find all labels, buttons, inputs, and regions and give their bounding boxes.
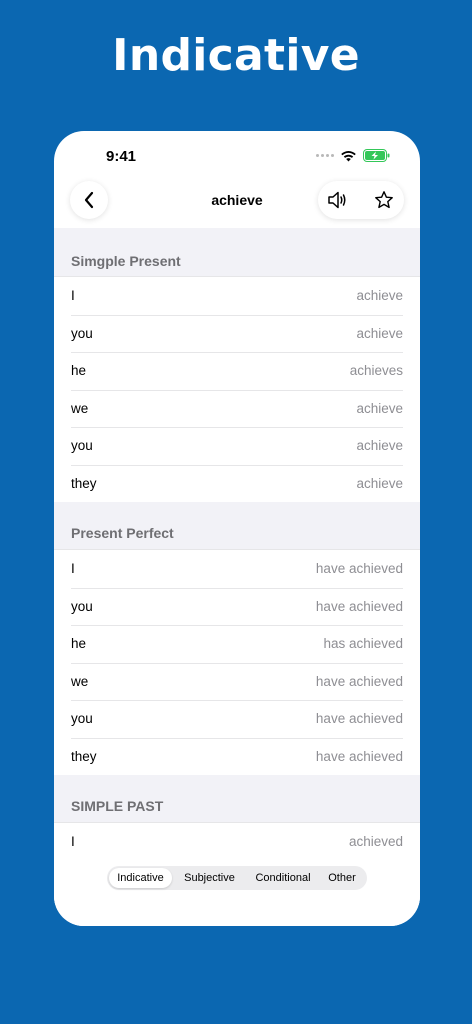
section-header: Present Perfect [71, 525, 174, 541]
action-group [318, 181, 404, 219]
verb-form: have achieved [315, 561, 403, 577]
favorite-button[interactable] [372, 188, 396, 212]
pronoun: we [71, 400, 89, 416]
verb-form: achieve [356, 438, 403, 454]
pronoun: I [71, 561, 75, 577]
battery-charging-icon [363, 149, 390, 162]
conjugation-row[interactable]: they achieve [54, 464, 420, 503]
tab-subjective[interactable]: Subjective [172, 868, 247, 888]
conjugation-row[interactable]: you achieve [54, 427, 420, 465]
phone-screen: 9:41 achieve Simgple Present I achieve y… [54, 131, 420, 926]
mood-selector-area: Indicative Subjective Conditional Other [54, 857, 420, 926]
wifi-icon [341, 151, 356, 162]
conjugation-row[interactable]: you have achieved [54, 700, 420, 738]
conjugation-row[interactable]: they have achieved [54, 737, 420, 776]
verb-form: have achieved [315, 673, 403, 689]
section-rows: Iachieved [54, 822, 420, 862]
status-time: 9:41 [106, 148, 137, 165]
speak-button[interactable] [326, 188, 350, 212]
conjugation-row[interactable]: we have achieved [54, 662, 420, 701]
verb-form: achieve [356, 400, 403, 416]
pronoun: they [71, 475, 97, 491]
verb-form: has achieved [323, 636, 403, 652]
pronoun: he [71, 636, 87, 652]
section-rows: Ihave achieved you have achieved he has ac… [54, 549, 420, 775]
verb-form: have achieved [315, 598, 403, 614]
conjugation-row[interactable]: Iachieved [54, 823, 420, 861]
section-header: Simgple Present [71, 253, 181, 269]
verb-form: achieved [348, 834, 403, 850]
pronoun: he [71, 363, 87, 379]
tab-other[interactable]: Other [319, 868, 365, 888]
conjugation-row[interactable]: you have achieved [54, 587, 420, 626]
status-icons [316, 149, 390, 162]
tab-indicative[interactable]: Indicative [109, 868, 172, 888]
verb-form: have achieved [315, 711, 403, 727]
navigation-bar: achieve [54, 176, 420, 228]
pronoun: you [71, 438, 93, 454]
verb-form: achieve [356, 475, 403, 491]
cellular-signal-icon [316, 154, 334, 157]
mood-segmented-control: Indicative Subjective Conditional Other [107, 866, 367, 890]
conjugation-row[interactable]: we achieve [54, 389, 420, 428]
pronoun: they [71, 748, 97, 764]
conjugation-row[interactable]: Ihave achieved [54, 550, 420, 588]
section-header: SIMPLE PAST [71, 798, 164, 814]
verb-form: achieve [356, 288, 403, 304]
speaker-icon [328, 191, 346, 209]
conjugation-row[interactable]: Iachieve [54, 277, 420, 315]
section-rows: Iachieve you achieve he achieves we achieve… [54, 276, 420, 502]
pronoun: you [71, 598, 93, 614]
verb-form: have achieved [315, 748, 403, 764]
verb-form: achieve [356, 325, 403, 341]
verb-form: achieves [349, 363, 403, 379]
conjugation-row[interactable]: he has achieved [54, 625, 420, 663]
pronoun: we [71, 673, 89, 689]
pronoun: I [71, 288, 75, 304]
conjugation-list[interactable]: Simgple Present Iachieve you achieve he ac… [54, 228, 420, 926]
hero-title: Indicative [112, 30, 360, 81]
tab-conditional[interactable]: Conditional [247, 868, 319, 888]
pronoun: you [71, 325, 93, 341]
pronoun: I [71, 834, 75, 850]
conjugation-row[interactable]: he achieves [54, 352, 420, 390]
star-outline-icon [375, 191, 393, 209]
conjugation-row[interactable]: you achieve [54, 314, 420, 353]
pronoun: you [71, 711, 93, 727]
